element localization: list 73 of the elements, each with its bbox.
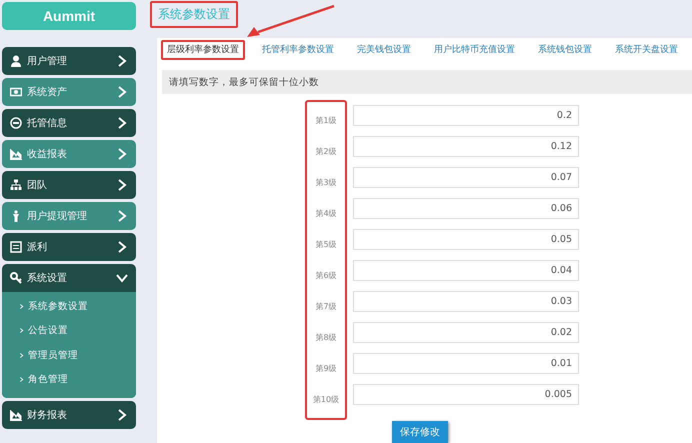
sidebar-item[interactable]: 收益报表 (2, 140, 136, 168)
sidebar-item-label: 收益报表 (27, 148, 68, 161)
rate-input[interactable]: 0.03 (353, 291, 579, 312)
user-icon (10, 55, 22, 67)
level-label: 第9级 (315, 363, 337, 374)
key-icon (10, 272, 22, 284)
tab[interactable]: 用户比特币充值设置 (428, 40, 521, 60)
level-label: 第6级 (315, 270, 337, 281)
chevron-icon (19, 377, 24, 382)
level-label: 第7级 (315, 301, 337, 312)
person-icon (10, 210, 22, 222)
chevron-icon (116, 210, 128, 222)
sidebar-item-label: 财务报表 (27, 408, 68, 422)
chevron-icon (116, 117, 128, 129)
money-icon (10, 86, 22, 98)
level-label: 第8级 (315, 332, 337, 343)
sidebar-item[interactable]: 财务报表 (2, 401, 136, 429)
rate-input[interactable]: 0.2 (353, 105, 579, 126)
tab[interactable]: 完美钱包设置 (351, 40, 417, 60)
sidebar-item-label: 系统设置 (27, 272, 68, 285)
rate-input[interactable]: 0.06 (353, 198, 579, 219)
chevron-icon (116, 409, 128, 421)
save-button[interactable]: 保存修改 (392, 421, 448, 443)
sidebar-item-label: 派利 (27, 240, 48, 254)
sidebar-item-label: 托管信息 (27, 116, 68, 130)
chevron-icon (19, 328, 24, 334)
sidebar-item[interactable]: 系统设置 系统参数设置 公告设置 管理员管理 角色管理 (2, 264, 136, 398)
submenu-item[interactable]: 角色管理 (28, 373, 68, 386)
level-label: 第1级 (315, 115, 337, 126)
chevron-icon (116, 86, 128, 98)
rate-input[interactable]: 0.07 (353, 167, 579, 188)
submenu-item[interactable]: 系统参数设置 (28, 300, 88, 313)
chevron-icon (116, 241, 128, 253)
org-icon (10, 179, 22, 191)
level-label: 第4级 (315, 208, 337, 219)
chart-icon (10, 148, 22, 160)
sidebar-item[interactable]: 托管信息 (2, 109, 136, 137)
sidebar-item[interactable]: 用户提现管理 (2, 202, 136, 230)
notice-text: 请填写数字，最多可保留十位小数 (162, 70, 692, 94)
sidebar-item[interactable]: 派利 (2, 233, 136, 261)
chevron-icon (19, 304, 24, 309)
sidebar-item-label: 用户管理 (27, 54, 68, 68)
chevron-icon (116, 55, 128, 67)
submenu-item[interactable]: 公告设置 (28, 324, 68, 338)
rate-input[interactable]: 0.02 (353, 322, 579, 343)
chevron-icon (116, 148, 128, 160)
sidebar-item[interactable]: 团队 (2, 171, 136, 199)
sidebar-item-label: 团队 (27, 179, 48, 192)
tab[interactable]: 层级利率参数设置 (161, 40, 245, 60)
chart-icon (10, 409, 22, 421)
chevron-icon (19, 352, 24, 358)
tab[interactable]: 托管利率参数设置 (256, 40, 340, 60)
level-label: 第3级 (315, 177, 337, 188)
sidebar-item[interactable]: 用户管理 (2, 47, 136, 75)
level-label: 第2级 (315, 146, 337, 157)
chevron-icon (116, 272, 128, 284)
tab[interactable]: 系统开关盘设置 (609, 40, 684, 60)
sidebar-item-label: 系统资产 (27, 86, 68, 99)
chevron-icon (116, 179, 128, 191)
page-title: 系统参数设置 (150, 0, 238, 28)
level-label: 第5级 (315, 239, 337, 250)
level-label: 第10级 (312, 394, 340, 405)
rate-input[interactable]: 0.12 (353, 136, 579, 157)
rate-input[interactable]: 0.005 (353, 384, 579, 405)
list-icon (10, 241, 22, 253)
rate-input[interactable]: 0.04 (353, 260, 579, 281)
rate-input[interactable]: 0.01 (353, 353, 579, 374)
coin-icon (10, 117, 22, 129)
tab[interactable]: 系统钱包设置 (532, 40, 598, 60)
rate-input[interactable]: 0.05 (353, 229, 579, 250)
sidebar-item-label: 用户提现管理 (27, 210, 88, 223)
sidebar-item[interactable]: 系统资产 (2, 78, 136, 106)
submenu-item[interactable]: 管理员管理 (28, 348, 78, 362)
